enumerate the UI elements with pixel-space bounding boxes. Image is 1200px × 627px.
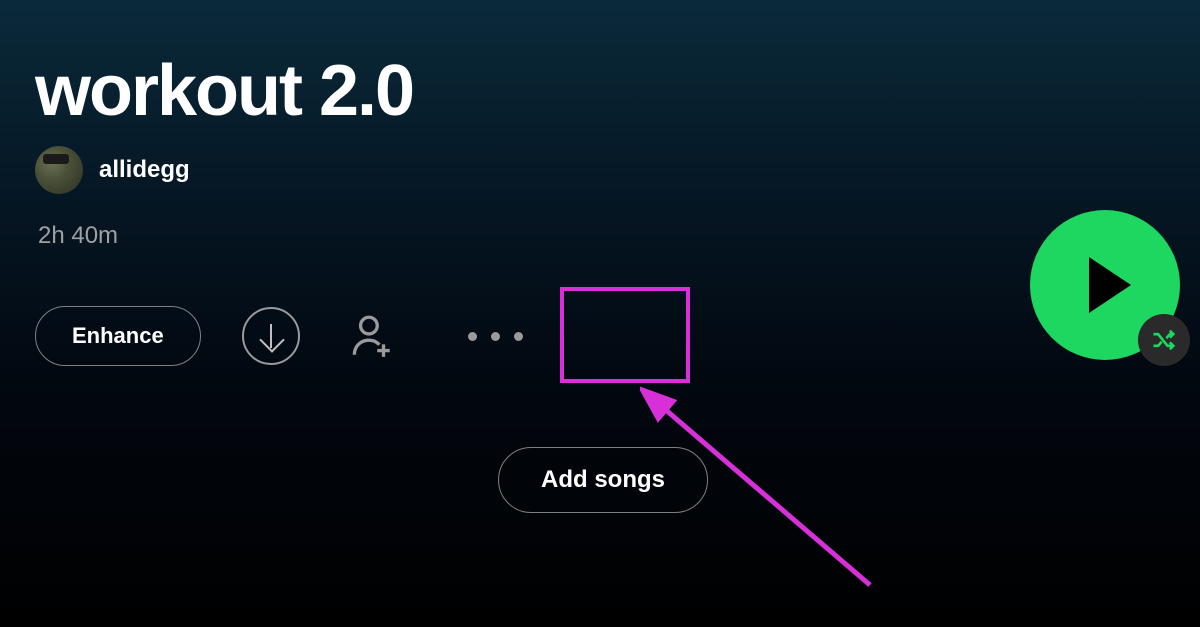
download-button[interactable]: [241, 306, 301, 366]
download-icon: [242, 307, 300, 365]
more-icon: [491, 332, 500, 341]
owner-name[interactable]: allidegg: [99, 156, 190, 184]
enhance-button[interactable]: Enhance: [35, 306, 201, 366]
avatar[interactable]: [35, 146, 83, 194]
shuffle-badge[interactable]: [1138, 314, 1190, 366]
playlist-duration: 2h 40m: [38, 222, 118, 250]
add-collaborator-button[interactable]: [341, 306, 401, 366]
play-button[interactable]: [1030, 210, 1180, 360]
annotation-highlight-box: [560, 287, 690, 383]
play-icon: [1089, 257, 1131, 313]
more-options-button[interactable]: [441, 300, 551, 372]
more-icon: [468, 332, 477, 341]
playlist-title: workout 2.0: [35, 50, 413, 132]
more-icon: [514, 332, 523, 341]
shuffle-icon: [1150, 326, 1178, 354]
playlist-owner-row: allidegg: [35, 146, 190, 194]
add-user-icon: [346, 311, 396, 361]
add-songs-button[interactable]: Add songs: [498, 447, 708, 513]
action-row: Enhance: [35, 300, 551, 372]
